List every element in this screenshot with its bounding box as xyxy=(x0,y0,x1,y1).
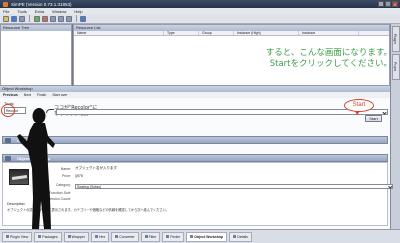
tab-label: Converter xyxy=(119,234,135,239)
tab-hex[interactable]: Hex xyxy=(90,231,110,242)
section-bar-top[interactable]: Object Workshop xyxy=(2,136,388,144)
window-controls: _ □ × xyxy=(378,1,398,7)
package-icon xyxy=(5,156,11,161)
menu-help[interactable]: Help xyxy=(74,9,82,14)
menu-file[interactable]: File xyxy=(3,9,9,14)
search-icon xyxy=(166,235,170,238)
column-instance-high[interactable]: Instance (High) xyxy=(234,31,299,35)
package-icon xyxy=(38,235,42,238)
main-toolbar xyxy=(0,14,400,24)
help-icon[interactable] xyxy=(80,15,86,22)
tab-label: Filter xyxy=(148,234,157,239)
side-tab-plugin[interactable]: Plugin xyxy=(392,26,400,52)
menu-window[interactable]: Window xyxy=(52,9,66,14)
category-select[interactable]: Seating (Sofas) xyxy=(75,184,393,189)
resource-tree-panel: Resource Tree xyxy=(0,24,72,86)
column-group[interactable]: Group xyxy=(199,31,234,35)
price-value: §975 xyxy=(75,174,83,178)
section-bar-bottom[interactable]: Object Workshop xyxy=(2,154,388,162)
column-name[interactable]: Name xyxy=(74,31,164,35)
resource-list-columns: Name Type Group Instance (High) Instance xyxy=(74,31,389,36)
tab-label: Details xyxy=(237,234,248,239)
tab-wrapper[interactable]: Wrapper xyxy=(63,231,89,242)
details-icon xyxy=(233,235,237,238)
converter-icon xyxy=(115,235,119,238)
window-titlebar: SimPE (Version 0.73.1.31853) _ □ × xyxy=(0,0,400,8)
instruction-overlay: すると、こんな画面になります。 Startをクリックしてください。 xyxy=(212,48,392,70)
object-details: Name: オブジェクト名が入ります Price: §975 Category:… xyxy=(2,162,393,226)
workshop-icon xyxy=(190,235,194,238)
toolbar-separator xyxy=(75,15,76,22)
new-file-icon[interactable] xyxy=(3,15,9,22)
chevron-down-icon xyxy=(382,110,387,115)
open-folder-icon[interactable] xyxy=(11,15,17,22)
tab-plugin-view[interactable]: Plugin View xyxy=(2,231,33,242)
minimize-button[interactable]: _ xyxy=(378,1,384,7)
name-value: オブジェクト名が入ります xyxy=(75,166,117,170)
instruction-line-1: すると、こんな画面になります。 xyxy=(265,48,392,58)
package-dropdown[interactable] xyxy=(56,109,388,115)
menu-tools[interactable]: Tools xyxy=(17,9,26,14)
close-button[interactable]: × xyxy=(392,1,398,7)
tab-label: Wrapper xyxy=(71,234,85,239)
tab-label: Hex xyxy=(98,234,106,239)
side-tab-props[interactable]: Props xyxy=(392,54,400,80)
chevron-down-icon xyxy=(387,184,392,189)
resource-tree-title: Resource Tree xyxy=(1,25,71,31)
start-button[interactable]: Start xyxy=(365,115,382,122)
delete-icon[interactable] xyxy=(41,15,48,22)
tab-converter[interactable]: Converter xyxy=(111,231,139,242)
app-icon xyxy=(3,1,8,7)
menu-extra[interactable]: Extra xyxy=(35,9,44,14)
dock-tab-bar: Plugin View Packages Wrapper Hex Convert… xyxy=(0,229,400,243)
tab-label: Packages xyxy=(42,234,58,239)
filter-icon xyxy=(144,235,148,238)
cut-icon[interactable] xyxy=(49,15,56,22)
column-type[interactable]: Type xyxy=(164,31,199,35)
tab-filter[interactable]: Filter xyxy=(140,231,161,242)
save-icon[interactable] xyxy=(19,15,25,22)
wrapper-icon xyxy=(67,235,71,238)
hex-icon xyxy=(94,235,98,238)
category-value: Seating (Sofas) xyxy=(77,185,102,189)
start-callout: Start xyxy=(344,99,374,115)
tab-details[interactable]: Details xyxy=(229,231,252,242)
description-text[interactable]: オブジェクトの説明文がここに表示されます。カテゴリーや価格などの情報を確認してか… xyxy=(7,208,385,212)
window-title: SimPE (Version 0.73.1.31853) xyxy=(11,1,72,7)
tab-packages[interactable]: Packages xyxy=(34,231,62,242)
tab-label: Object Workshop xyxy=(194,234,224,239)
guide-silhouette xyxy=(17,108,55,229)
tab-object-workshop[interactable]: Object Workshop xyxy=(186,231,228,242)
package-icon xyxy=(5,138,11,143)
tab-finder[interactable]: Finder xyxy=(162,231,185,242)
workshop-area: Tools: Recolor ココが"Recolor"に なってるか確認！ St… xyxy=(0,98,393,229)
instruction-line-2: Startをクリックしてください。 xyxy=(269,59,392,69)
refresh-icon[interactable] xyxy=(33,15,40,22)
paste-icon[interactable] xyxy=(65,15,72,22)
highlight-circle xyxy=(1,104,15,117)
copy-icon[interactable] xyxy=(57,15,64,22)
tab-label: Finder xyxy=(170,234,181,239)
maximize-button[interactable]: □ xyxy=(385,1,391,7)
column-instance[interactable]: Instance xyxy=(299,31,359,35)
tab-label: Plugin View xyxy=(10,234,29,239)
toolbar-separator xyxy=(29,15,30,22)
plugin-icon xyxy=(6,235,9,238)
